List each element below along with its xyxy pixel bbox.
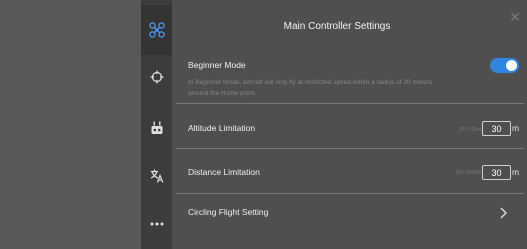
map-background	[0, 0, 141, 249]
altitude-unit: m	[512, 123, 520, 133]
chevron-right-icon[interactable]	[499, 206, 509, 220]
settings-sidebar	[141, 0, 172, 249]
altitude-limit-input[interactable]	[482, 121, 511, 136]
distance-limitation-label: Distance Limitation	[188, 167, 260, 177]
altitude-range-hint: (20~120m)	[458, 127, 483, 133]
beginner-mode-toggle[interactable]	[490, 58, 519, 73]
distance-range-hint: (20~2000m)	[455, 170, 483, 176]
close-icon[interactable]: ✕	[508, 10, 522, 24]
divider	[176, 103, 524, 104]
sidebar-item-more[interactable]	[141, 199, 172, 249]
toggle-knob	[506, 60, 517, 71]
translate-icon	[150, 169, 164, 183]
crosshair-icon	[150, 70, 164, 84]
sidebar-item-aircraft[interactable]	[141, 5, 172, 55]
beginner-mode-description: In Beginner Mode, aircraft will only fly…	[188, 79, 433, 97]
remote-controller-icon	[151, 121, 163, 135]
circling-flight-setting-label[interactable]: Circling Flight Setting	[188, 207, 268, 217]
more-icon	[150, 222, 164, 226]
sidebar-item-language[interactable]	[141, 151, 172, 201]
page-title: Main Controller Settings	[283, 21, 391, 32]
sidebar-item-remote-controller[interactable]	[141, 103, 172, 153]
distance-unit: m	[512, 167, 520, 177]
altitude-limitation-label: Altitude Limitation	[188, 123, 256, 133]
drone-icon	[148, 22, 165, 38]
beginner-mode-label: Beginner Mode	[188, 60, 246, 70]
sidebar-item-gimbal[interactable]	[141, 52, 172, 102]
divider	[176, 193, 524, 194]
divider	[176, 148, 524, 149]
main-controller-settings-panel: Main Controller Settings ✕ Beginner Mode…	[172, 0, 527, 249]
distance-limit-input[interactable]	[482, 165, 511, 180]
